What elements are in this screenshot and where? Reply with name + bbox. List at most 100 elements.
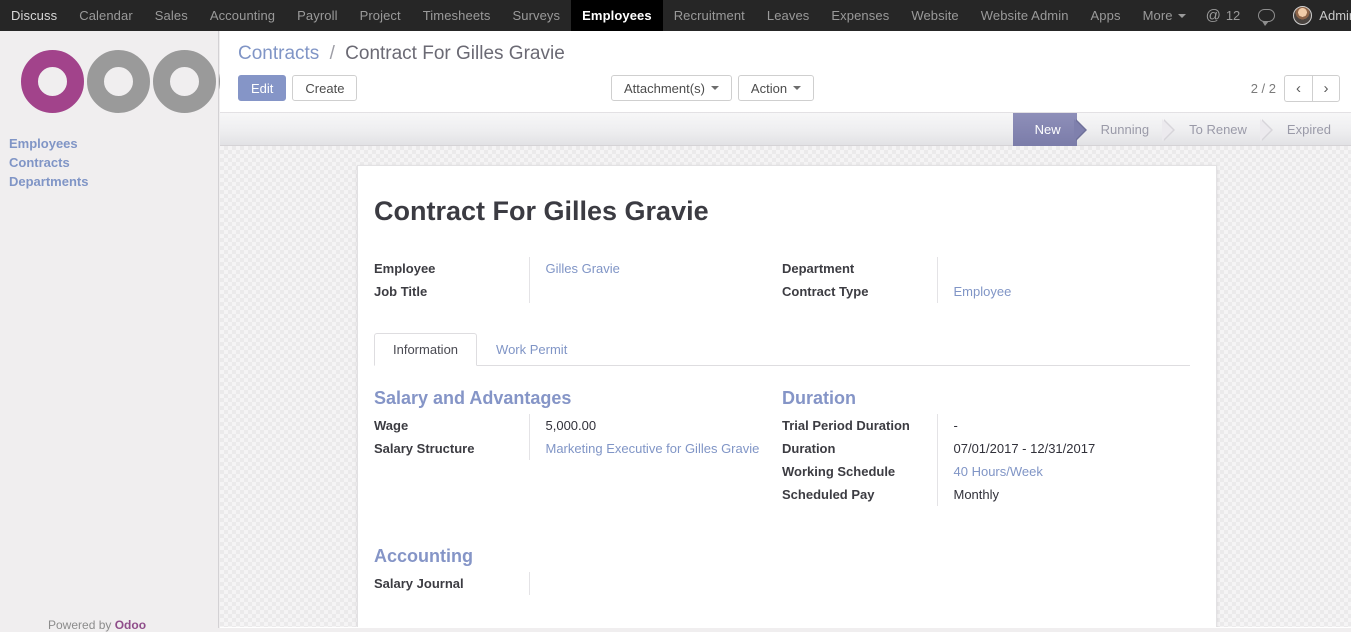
- messages-button[interactable]: [1249, 9, 1284, 26]
- field-label-job-title: Job Title: [374, 280, 530, 303]
- salary-section-title: Salary and Advantages: [374, 388, 572, 408]
- sidebar-item-departments[interactable]: Departments: [9, 173, 88, 192]
- mentions-count: 12: [1225, 8, 1241, 23]
- chevron-down-icon: [710, 86, 719, 90]
- field-value-working-schedule[interactable]: 40 Hours/Week: [937, 460, 1170, 483]
- edit-button[interactable]: Edit: [238, 75, 287, 101]
- menu-item-recruitment[interactable]: Recruitment: [663, 0, 756, 31]
- menu-item-label: Project: [359, 8, 401, 23]
- sidebar: Employees Contracts Departments Powered by…: [0, 31, 282, 632]
- field-label-trial-period-duration: Trial Period Duration: [782, 414, 938, 437]
- accounting-groups: Accounting Salary Journal: [374, 546, 1190, 595]
- pager-count: 2 / 2: [1250, 81, 1276, 96]
- form-scroll-area: Contract For Gilles Gravie Employee Gille…: [220, 146, 1351, 627]
- chevron-down-icon: [1177, 13, 1186, 18]
- main-content: Contracts / Contract For Gilles Gravie E…: [220, 31, 1351, 628]
- duration-section-title: Duration: [782, 388, 856, 408]
- menu-item-label: Employees: [582, 8, 652, 23]
- breadcrumb-contracts[interactable]: Contracts: [238, 43, 319, 64]
- field-row: Scheduled Pay Monthly: [782, 483, 1170, 506]
- menu-item-label: Accounting: [209, 8, 276, 23]
- menu-item-label: Discuss: [11, 8, 58, 23]
- top-menu-bar: Discuss Calendar Sales Accounting Payroll Pro…: [0, 0, 1351, 31]
- page-title: Contract For Gilles Gravie: [374, 196, 709, 226]
- field-label-employee: Employee: [374, 257, 530, 280]
- menu-item-project[interactable]: Project: [349, 0, 412, 31]
- field-value-trial-period-duration: -: [953, 418, 958, 433]
- menu-item-more[interactable]: More: [1132, 0, 1197, 31]
- menu-item-expenses[interactable]: Expenses: [820, 0, 900, 31]
- field-value-employee[interactable]: Gilles Gravie: [529, 257, 762, 280]
- menu-item-apps[interactable]: Apps: [1080, 0, 1132, 31]
- breadcrumb: Contracts / Contract For Gilles Gravie: [238, 43, 565, 65]
- menu-item-label: Recruitment: [673, 8, 745, 23]
- sidebar-item-employees[interactable]: Employees: [9, 135, 88, 154]
- attachments-dropdown[interactable]: Attachment(s): [611, 75, 732, 101]
- field-row: Salary Structure Marketing Executive for …: [374, 437, 762, 460]
- field-value-contract-type[interactable]: Employee: [937, 280, 1170, 303]
- field-row: Wage 5,000.00: [374, 414, 762, 437]
- menu-item-calendar[interactable]: Calendar: [68, 0, 144, 31]
- pager: 2 / 2 ‹ ›: [1251, 75, 1340, 102]
- salary-group: Salary and Advantages Wage 5,000.00 Salary…: [374, 388, 782, 506]
- user-menu[interactable]: Administrator: [1284, 6, 1351, 25]
- create-button[interactable]: Create: [292, 75, 358, 101]
- field-value-duration: 07/01/2017 - 12/31/2017: [953, 441, 1096, 456]
- field-row: Employee Gilles Gravie: [374, 257, 762, 280]
- notebook-tabs: Information Work Permit: [374, 333, 1190, 366]
- tab-work-permit[interactable]: Work Permit: [477, 333, 586, 366]
- notebook: Information Work Permit Salary and Advant…: [374, 333, 1190, 595]
- menu-item-website-admin[interactable]: Website Admin: [970, 0, 1080, 31]
- menu-item-sales[interactable]: Sales: [144, 0, 199, 31]
- breadcrumb-separator: /: [329, 43, 335, 64]
- menu-item-discuss[interactable]: Discuss: [0, 0, 68, 31]
- field-label-scheduled-pay: Scheduled Pay: [782, 483, 938, 506]
- action-label: Action: [750, 80, 788, 96]
- field-row: Salary Journal: [374, 572, 762, 595]
- status-stage-new[interactable]: New: [1012, 113, 1087, 146]
- status-stage-to-renew[interactable]: To Renew: [1165, 113, 1273, 146]
- field-row: Contract Type Employee: [782, 280, 1170, 303]
- field-row: Working Schedule 40 Hours/Week: [782, 460, 1170, 483]
- field-label-contract-type: Contract Type: [782, 280, 938, 303]
- menu-item-payroll[interactable]: Payroll: [286, 0, 348, 31]
- field-label-salary-journal: Salary Journal: [374, 572, 530, 595]
- menu-item-website[interactable]: Website: [900, 0, 969, 31]
- form-action-buttons: Edit Create: [238, 75, 358, 101]
- menu-item-accounting[interactable]: Accounting: [199, 0, 286, 31]
- pager-previous-button[interactable]: ‹: [1284, 75, 1312, 102]
- avatar: [1293, 6, 1313, 25]
- menu-item-label: More: [1142, 8, 1173, 23]
- menu-item-label: Website: [911, 8, 959, 23]
- field-label-salary-structure: Salary Structure: [374, 437, 530, 460]
- sidebar-action-buttons: Attachment(s) Action: [611, 75, 815, 101]
- powered-by-label: Powered by Odoo: [48, 618, 147, 632]
- menu-item-leaves[interactable]: Leaves: [756, 0, 821, 31]
- field-row: Job Title: [374, 280, 762, 303]
- field-value-salary-structure[interactable]: Marketing Executive for Gilles Gravie: [529, 437, 762, 460]
- menu-item-label: Expenses: [831, 8, 890, 23]
- action-dropdown[interactable]: Action: [737, 75, 815, 101]
- mentions-counter[interactable]: @ 12: [1197, 7, 1250, 24]
- information-groups: Salary and Advantages Wage 5,000.00 Salary…: [374, 388, 1190, 506]
- status-stage-running[interactable]: Running: [1077, 113, 1176, 146]
- field-row: Duration 07/01/2017 - 12/31/2017: [782, 437, 1170, 460]
- field-row: Department: [782, 257, 1170, 280]
- menu-item-surveys[interactable]: Surveys: [501, 0, 571, 31]
- menu-item-timesheets[interactable]: Timesheets: [412, 0, 502, 31]
- menu-item-employees[interactable]: Employees: [571, 0, 663, 31]
- header-group-right: Department Contract Type Employee: [782, 257, 1190, 303]
- field-value-department: [937, 257, 1170, 280]
- chat-bubble-icon: [1258, 9, 1276, 26]
- form-sheet: Contract For Gilles Gravie Employee Gille…: [357, 165, 1217, 627]
- status-stage-expired[interactable]: Expired: [1263, 113, 1351, 146]
- field-row: Trial Period Duration -: [782, 414, 1170, 437]
- pager-next-button[interactable]: ›: [1312, 75, 1340, 102]
- duration-group: Duration Trial Period Duration - Duration 0…: [782, 388, 1190, 506]
- menu-item-label: Sales: [154, 8, 188, 23]
- header-field-groups: Employee Gilles Gravie Job Title Departmen…: [374, 257, 1190, 303]
- sidebar-item-contracts[interactable]: Contracts: [9, 154, 88, 173]
- accounting-section-title: Accounting: [374, 546, 473, 566]
- logo-letter-o1: [21, 50, 84, 113]
- tab-information[interactable]: Information: [374, 333, 478, 366]
